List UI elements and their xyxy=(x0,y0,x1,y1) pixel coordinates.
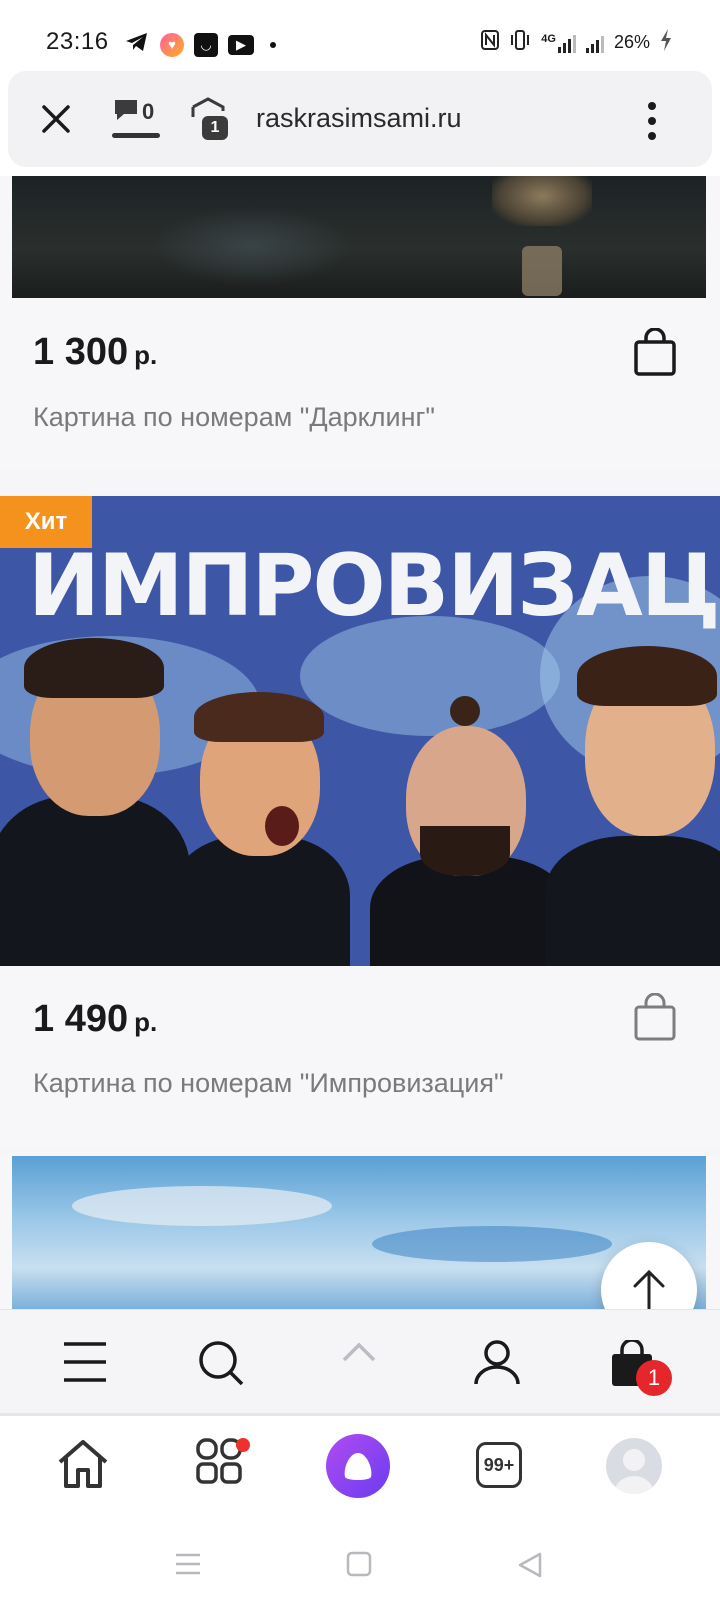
hit-badge: Хит xyxy=(0,496,92,548)
arrow-up-icon xyxy=(633,1269,665,1312)
product-image[interactable] xyxy=(12,176,706,298)
product-image[interactable]: ИМПРОВИЗАЦИЯ xyxy=(0,496,720,966)
status-time: 23:16 xyxy=(46,28,109,55)
battery-level: 26% xyxy=(613,32,650,52)
product-card[interactable]: ИМПРОВИЗАЦИЯ xyxy=(0,496,720,1148)
android-nav-bar xyxy=(0,1529,720,1600)
product-name[interactable]: Картина по номерам "Импровизация" xyxy=(33,1068,504,1099)
comments-underline xyxy=(112,133,160,138)
add-to-cart-button[interactable] xyxy=(634,992,676,1041)
more-options-icon[interactable] xyxy=(646,101,658,141)
system-icons: 4G 26% xyxy=(481,29,672,56)
shopping-bag-icon xyxy=(634,327,676,376)
product-list: 1 300 р. Картина по номерам "Дарклинг" ИМ… xyxy=(0,176,720,1309)
price-currency: р. xyxy=(134,340,158,370)
close-icon[interactable] xyxy=(38,101,74,137)
image-title: ИМПРОВИЗАЦИЯ xyxy=(28,536,720,636)
url-text[interactable]: raskrasimsami.ru xyxy=(256,103,462,134)
product-name[interactable]: Картина по номерам "Дарклинг" xyxy=(33,402,435,433)
home-icon[interactable] xyxy=(56,1438,116,1498)
price-currency: р. xyxy=(134,1007,158,1037)
chevron-up-icon[interactable] xyxy=(342,1340,390,1388)
site-bottom-nav: 1 xyxy=(0,1309,720,1413)
person-illustration xyxy=(370,696,570,966)
comments-button[interactable]: 0 xyxy=(112,97,154,125)
price-value: 1 490 xyxy=(33,998,129,1040)
notification-dot xyxy=(236,1438,250,1452)
nfc-icon xyxy=(481,30,500,55)
shop-app-icon: ◡ xyxy=(194,32,218,57)
notification-icons: ♥ ◡ ▶ xyxy=(124,30,276,59)
tabs-badge: 1 xyxy=(202,116,228,140)
signal-icon xyxy=(585,33,604,53)
browser-address-bar: 0 1 raskrasimsami.ru xyxy=(8,71,712,167)
dot-icon xyxy=(270,41,276,48)
person-illustration xyxy=(0,626,190,966)
price-value: 1 300 xyxy=(33,331,129,373)
network-type: 4G xyxy=(541,32,556,45)
telegram-icon xyxy=(124,30,150,59)
protect-tabs-button[interactable]: 1 xyxy=(190,97,240,143)
add-to-cart-button[interactable] xyxy=(634,327,676,376)
person-illustration xyxy=(545,636,720,966)
product-price: 1 300 р. xyxy=(33,331,157,374)
comments-count: 0 xyxy=(142,99,155,124)
back-icon[interactable] xyxy=(516,1551,544,1579)
person-illustration xyxy=(170,686,350,966)
comment-icon xyxy=(115,100,137,120)
product-price: 1 490 р. xyxy=(33,998,157,1041)
browser-bottom-bar: 99+ xyxy=(0,1413,720,1529)
tabs-icon[interactable]: 99+ xyxy=(476,1442,522,1488)
vibrate-icon xyxy=(509,30,531,55)
alice-icon[interactable] xyxy=(326,1434,390,1498)
shopping-bag-icon xyxy=(634,992,676,1041)
product-card[interactable]: 1 300 р. Картина по номерам "Дарклинг" xyxy=(0,176,720,470)
recent-apps-icon[interactable] xyxy=(174,1551,202,1579)
cart-count-badge: 1 xyxy=(636,1360,672,1396)
youtube-icon: ▶ xyxy=(228,34,254,55)
signal-4g-icon: 4G xyxy=(541,33,576,53)
menu-icon[interactable] xyxy=(62,1340,110,1388)
avatar[interactable] xyxy=(606,1438,662,1494)
battery-charging-icon xyxy=(660,29,672,56)
home-square-icon[interactable] xyxy=(346,1551,374,1579)
search-icon[interactable] xyxy=(198,1340,246,1388)
heart-app-icon: ♥ xyxy=(160,32,184,57)
user-icon[interactable] xyxy=(474,1340,522,1388)
